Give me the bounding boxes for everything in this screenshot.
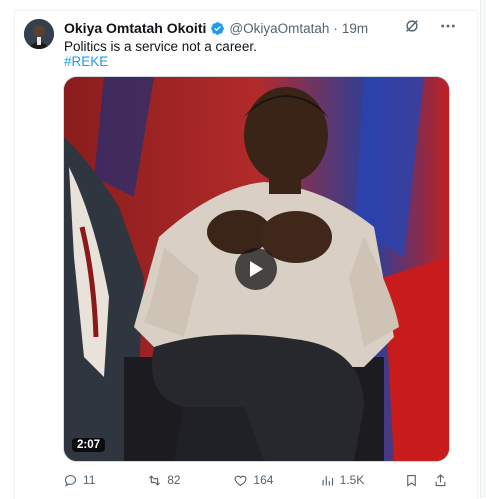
- like-button[interactable]: 164: [233, 473, 319, 488]
- play-button[interactable]: [235, 248, 277, 290]
- heart-icon: [234, 475, 247, 486]
- bookmark-button[interactable]: [404, 473, 426, 488]
- bookmark-icon: [407, 474, 416, 487]
- timestamp[interactable]: 19m: [342, 21, 368, 36]
- scrollbar-track[interactable]: [480, 0, 486, 498]
- hashtag-link[interactable]: #REKE: [64, 54, 108, 69]
- tweet-text: Politics is a service not a career.: [64, 39, 257, 54]
- reply-icon: [64, 474, 77, 487]
- repost-button[interactable]: 82: [147, 473, 233, 488]
- avatar[interactable]: [24, 19, 54, 49]
- views-button[interactable]: 1.5K: [320, 473, 404, 488]
- separator-dot: ·: [333, 20, 338, 36]
- reply-button[interactable]: 11: [63, 473, 147, 488]
- verified-badge-icon: [210, 21, 225, 36]
- share-button[interactable]: [433, 473, 451, 488]
- author-name[interactable]: Okiya Omtatah Okoiti: [64, 20, 206, 36]
- like-count: 164: [253, 473, 274, 487]
- author-handle[interactable]: @OkiyaOmtatah: [229, 21, 329, 36]
- video-duration: 2:07: [72, 438, 106, 452]
- play-icon: [250, 261, 263, 277]
- tweet-header: Okiya Omtatah Okoiti @OkiyaOmtatah · 19m: [64, 19, 368, 37]
- repost-count: 82: [167, 473, 181, 487]
- grok-icon[interactable]: [404, 18, 422, 36]
- more-options-icon[interactable]: [440, 18, 458, 36]
- reply-count: 11: [83, 473, 96, 487]
- repost-icon: [149, 474, 161, 486]
- video-player[interactable]: 2:07: [63, 76, 450, 462]
- views-icon: [322, 475, 333, 485]
- share-icon: [435, 473, 446, 486]
- action-bar: 11 82 164 1.5K: [63, 471, 451, 489]
- views-count: 1.5K: [339, 473, 365, 487]
